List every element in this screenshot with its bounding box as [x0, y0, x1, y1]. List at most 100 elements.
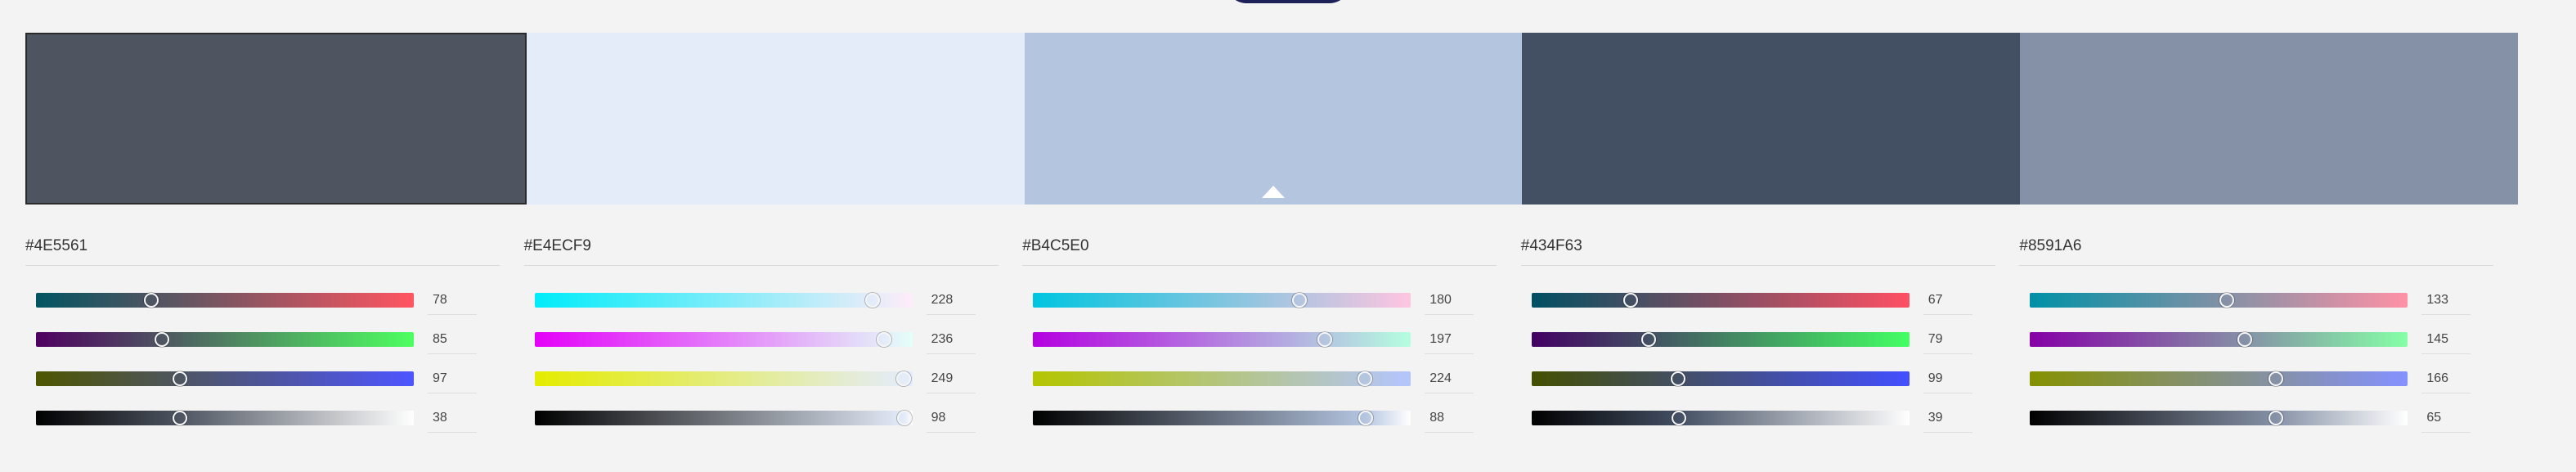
brightness-slider-row: 98	[524, 400, 1023, 439]
blue-slider-thumb[interactable]	[172, 371, 187, 386]
red-slider-row: 78	[25, 282, 524, 321]
brightness-slider-track[interactable]	[534, 411, 913, 425]
green-slider-row: 85	[25, 321, 524, 361]
red-value[interactable]: 180	[1425, 285, 1474, 315]
red-slider-track[interactable]	[1531, 293, 1910, 308]
red-slider-row: 228	[524, 282, 1023, 321]
color-panel-4: #434F63 67 79 99 39	[1520, 237, 2020, 434]
blue-slider-thumb[interactable]	[1358, 371, 1373, 386]
green-slider-thumb[interactable]	[2237, 332, 2253, 347]
green-slider-row: 145	[2019, 321, 2518, 361]
red-slider-track[interactable]	[2030, 293, 2408, 308]
blue-slider-track[interactable]	[1531, 371, 1910, 386]
blue-slider-track[interactable]	[36, 371, 414, 386]
selected-swatch-marker	[1261, 186, 1285, 198]
red-slider-track[interactable]	[534, 293, 913, 308]
blue-slider-row: 99	[1521, 361, 2020, 400]
brightness-slider-thumb[interactable]	[1358, 411, 1373, 425]
color-swatch-2[interactable]	[526, 33, 1025, 205]
green-slider-track[interactable]	[36, 332, 414, 347]
red-slider-track[interactable]	[1033, 293, 1411, 308]
red-slider-thumb[interactable]	[864, 293, 880, 308]
green-slider-thumb[interactable]	[1640, 332, 1656, 347]
red-value[interactable]: 133	[2421, 285, 2471, 315]
blue-slider-thumb[interactable]	[895, 371, 911, 386]
hex-value[interactable]: #8591A6	[2019, 237, 2494, 266]
brightness-slider-row: 88	[1022, 400, 1521, 439]
top-decoration	[1227, 0, 1349, 3]
green-value[interactable]: 197	[1425, 325, 1474, 354]
red-value[interactable]: 67	[1923, 285, 1972, 315]
color-swatch-1[interactable]	[25, 33, 527, 205]
color-swatch-3[interactable]	[1024, 33, 1523, 205]
brightness-slider-thumb[interactable]	[897, 411, 913, 425]
color-palette-editor: #4E5561 78 85 97 38 #E4ECF9 228 236 249 …	[0, 0, 2576, 472]
blue-value[interactable]: 99	[1923, 364, 1972, 393]
hex-value[interactable]: #434F63	[1520, 237, 1995, 266]
palette-swatches	[25, 33, 2518, 205]
red-value[interactable]: 228	[926, 285, 976, 315]
red-slider-thumb[interactable]	[1623, 293, 1639, 308]
blue-slider-track[interactable]	[1033, 371, 1411, 386]
brightness-slider-track[interactable]	[2030, 411, 2408, 425]
brightness-slider-thumb[interactable]	[2268, 411, 2283, 425]
color-swatch-5[interactable]	[2020, 33, 2518, 205]
blue-slider-track[interactable]	[2030, 371, 2408, 386]
green-slider-track[interactable]	[534, 332, 913, 347]
blue-slider-row: 166	[2019, 361, 2518, 400]
red-slider-thumb[interactable]	[2219, 293, 2235, 308]
red-slider-row: 180	[1022, 282, 1521, 321]
color-panel-3: #B4C5E0 180 197 224 88	[1022, 237, 1521, 434]
brightness-slider-track[interactable]	[1531, 411, 1910, 425]
blue-slider-thumb[interactable]	[1671, 371, 1686, 386]
red-value[interactable]: 78	[428, 285, 477, 315]
green-slider-track[interactable]	[1531, 332, 1910, 347]
brightness-value[interactable]: 39	[1923, 403, 1972, 433]
blue-slider-row: 97	[25, 361, 524, 400]
color-panel-5: #8591A6 133 145 166 65	[2019, 237, 2518, 434]
blue-value[interactable]: 166	[2421, 364, 2471, 393]
blue-value[interactable]: 224	[1425, 364, 1474, 393]
red-slider-track[interactable]	[36, 293, 414, 308]
green-value[interactable]: 145	[2421, 325, 2471, 354]
hex-value[interactable]: #E4ECF9	[523, 237, 999, 266]
brightness-value[interactable]: 65	[2421, 403, 2471, 433]
color-panel-1: #4E5561 78 85 97 38	[25, 237, 524, 434]
green-value[interactable]: 236	[926, 325, 976, 354]
green-slider-thumb[interactable]	[877, 332, 892, 347]
brightness-slider-row: 38	[25, 400, 524, 439]
green-slider-thumb[interactable]	[1317, 332, 1333, 347]
green-slider-track[interactable]	[1033, 332, 1411, 347]
blue-slider-row: 249	[524, 361, 1023, 400]
blue-value[interactable]: 97	[428, 364, 477, 393]
color-swatch-4[interactable]	[1522, 33, 2021, 205]
hex-value[interactable]: #B4C5E0	[1022, 237, 1497, 266]
brightness-slider-track[interactable]	[1033, 411, 1411, 425]
brightness-value[interactable]: 98	[926, 403, 976, 433]
red-slider-row: 67	[1521, 282, 2020, 321]
brightness-slider-thumb[interactable]	[172, 411, 187, 425]
brightness-value[interactable]: 88	[1425, 403, 1474, 433]
blue-slider-track[interactable]	[534, 371, 913, 386]
brightness-slider-row: 65	[2019, 400, 2518, 439]
green-slider-row: 236	[524, 321, 1023, 361]
blue-slider-row: 224	[1022, 361, 1521, 400]
blue-value[interactable]: 249	[926, 364, 976, 393]
brightness-slider-track[interactable]	[36, 411, 414, 425]
red-slider-row: 133	[2019, 282, 2518, 321]
blue-slider-thumb[interactable]	[2269, 371, 2284, 386]
green-slider-row: 79	[1521, 321, 2020, 361]
hex-value[interactable]: #4E5561	[25, 237, 500, 266]
brightness-slider-thumb[interactable]	[1671, 411, 1686, 425]
green-value[interactable]: 85	[428, 325, 477, 354]
brightness-slider-row: 39	[1521, 400, 2020, 439]
brightness-value[interactable]: 38	[428, 403, 477, 433]
red-slider-thumb[interactable]	[1292, 293, 1308, 308]
red-slider-thumb[interactable]	[144, 293, 159, 308]
green-value[interactable]: 79	[1923, 325, 1972, 354]
green-slider-track[interactable]	[2030, 332, 2408, 347]
green-slider-thumb[interactable]	[154, 332, 169, 347]
color-panel-2: #E4ECF9 228 236 249 98	[523, 237, 1023, 434]
color-panels: #4E5561 78 85 97 38 #E4ECF9 228 236 249 …	[25, 237, 2518, 434]
green-slider-row: 197	[1022, 321, 1521, 361]
